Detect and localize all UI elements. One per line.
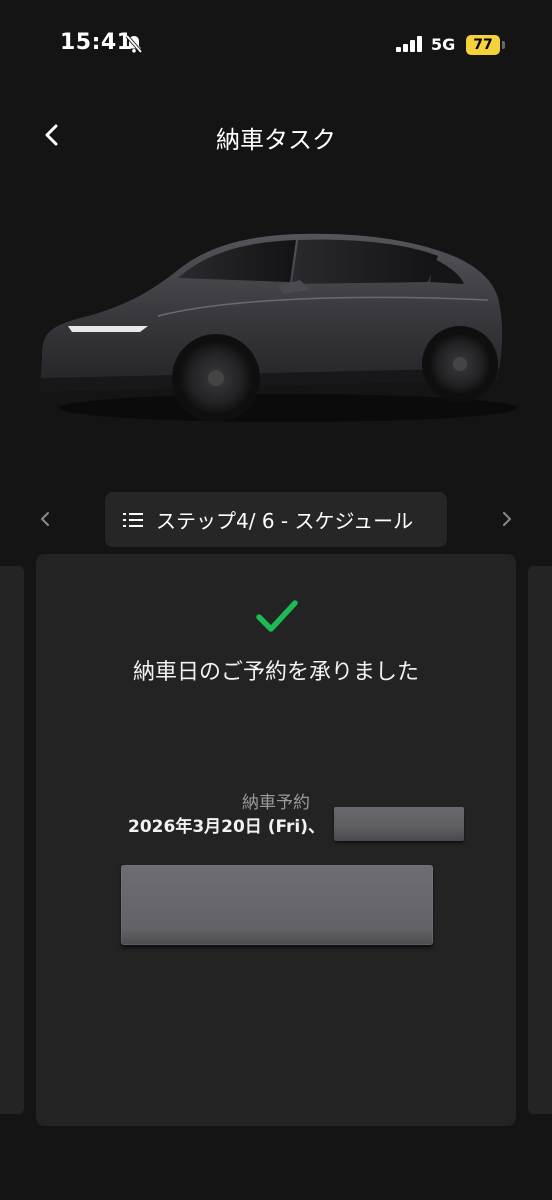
step-indicator[interactable]: ステップ4/ 6 - スケジュール bbox=[105, 492, 447, 547]
next-card[interactable] bbox=[528, 566, 552, 1114]
step-selector: ステップ4/ 6 - スケジュール bbox=[0, 492, 552, 548]
chevron-right-icon[interactable] bbox=[496, 508, 518, 530]
car-image bbox=[40, 233, 518, 422]
nav-header: 納車タスク bbox=[0, 100, 552, 172]
chevron-left-icon[interactable] bbox=[34, 508, 56, 530]
step-label: ステップ4/ 6 - スケジュール bbox=[156, 509, 414, 533]
schedule-card: 納車日のご予約を承りました 納車予約 2026年3月20日 (Fri)、 bbox=[36, 554, 516, 1126]
status-time: 15:41 bbox=[60, 30, 133, 55]
battery-level: 77 bbox=[473, 37, 493, 53]
confirmation-message: 納車日のご予約を承りました bbox=[132, 660, 419, 685]
page-title: 納車タスク bbox=[216, 126, 336, 154]
reservation-date: 2026年3月20日 (Fri)、 bbox=[128, 817, 325, 837]
signal-icon bbox=[396, 36, 422, 52]
bell-muted-icon bbox=[125, 34, 143, 54]
network-type: 5G bbox=[431, 35, 456, 54]
list-icon bbox=[123, 512, 143, 527]
checkmark-icon bbox=[256, 600, 298, 632]
previous-card[interactable] bbox=[0, 566, 24, 1114]
battery-icon: 77 bbox=[466, 35, 506, 55]
redacted-block bbox=[121, 865, 433, 945]
redacted-time bbox=[334, 807, 464, 841]
status-bar: 15:41 5G 77 bbox=[0, 0, 552, 92]
